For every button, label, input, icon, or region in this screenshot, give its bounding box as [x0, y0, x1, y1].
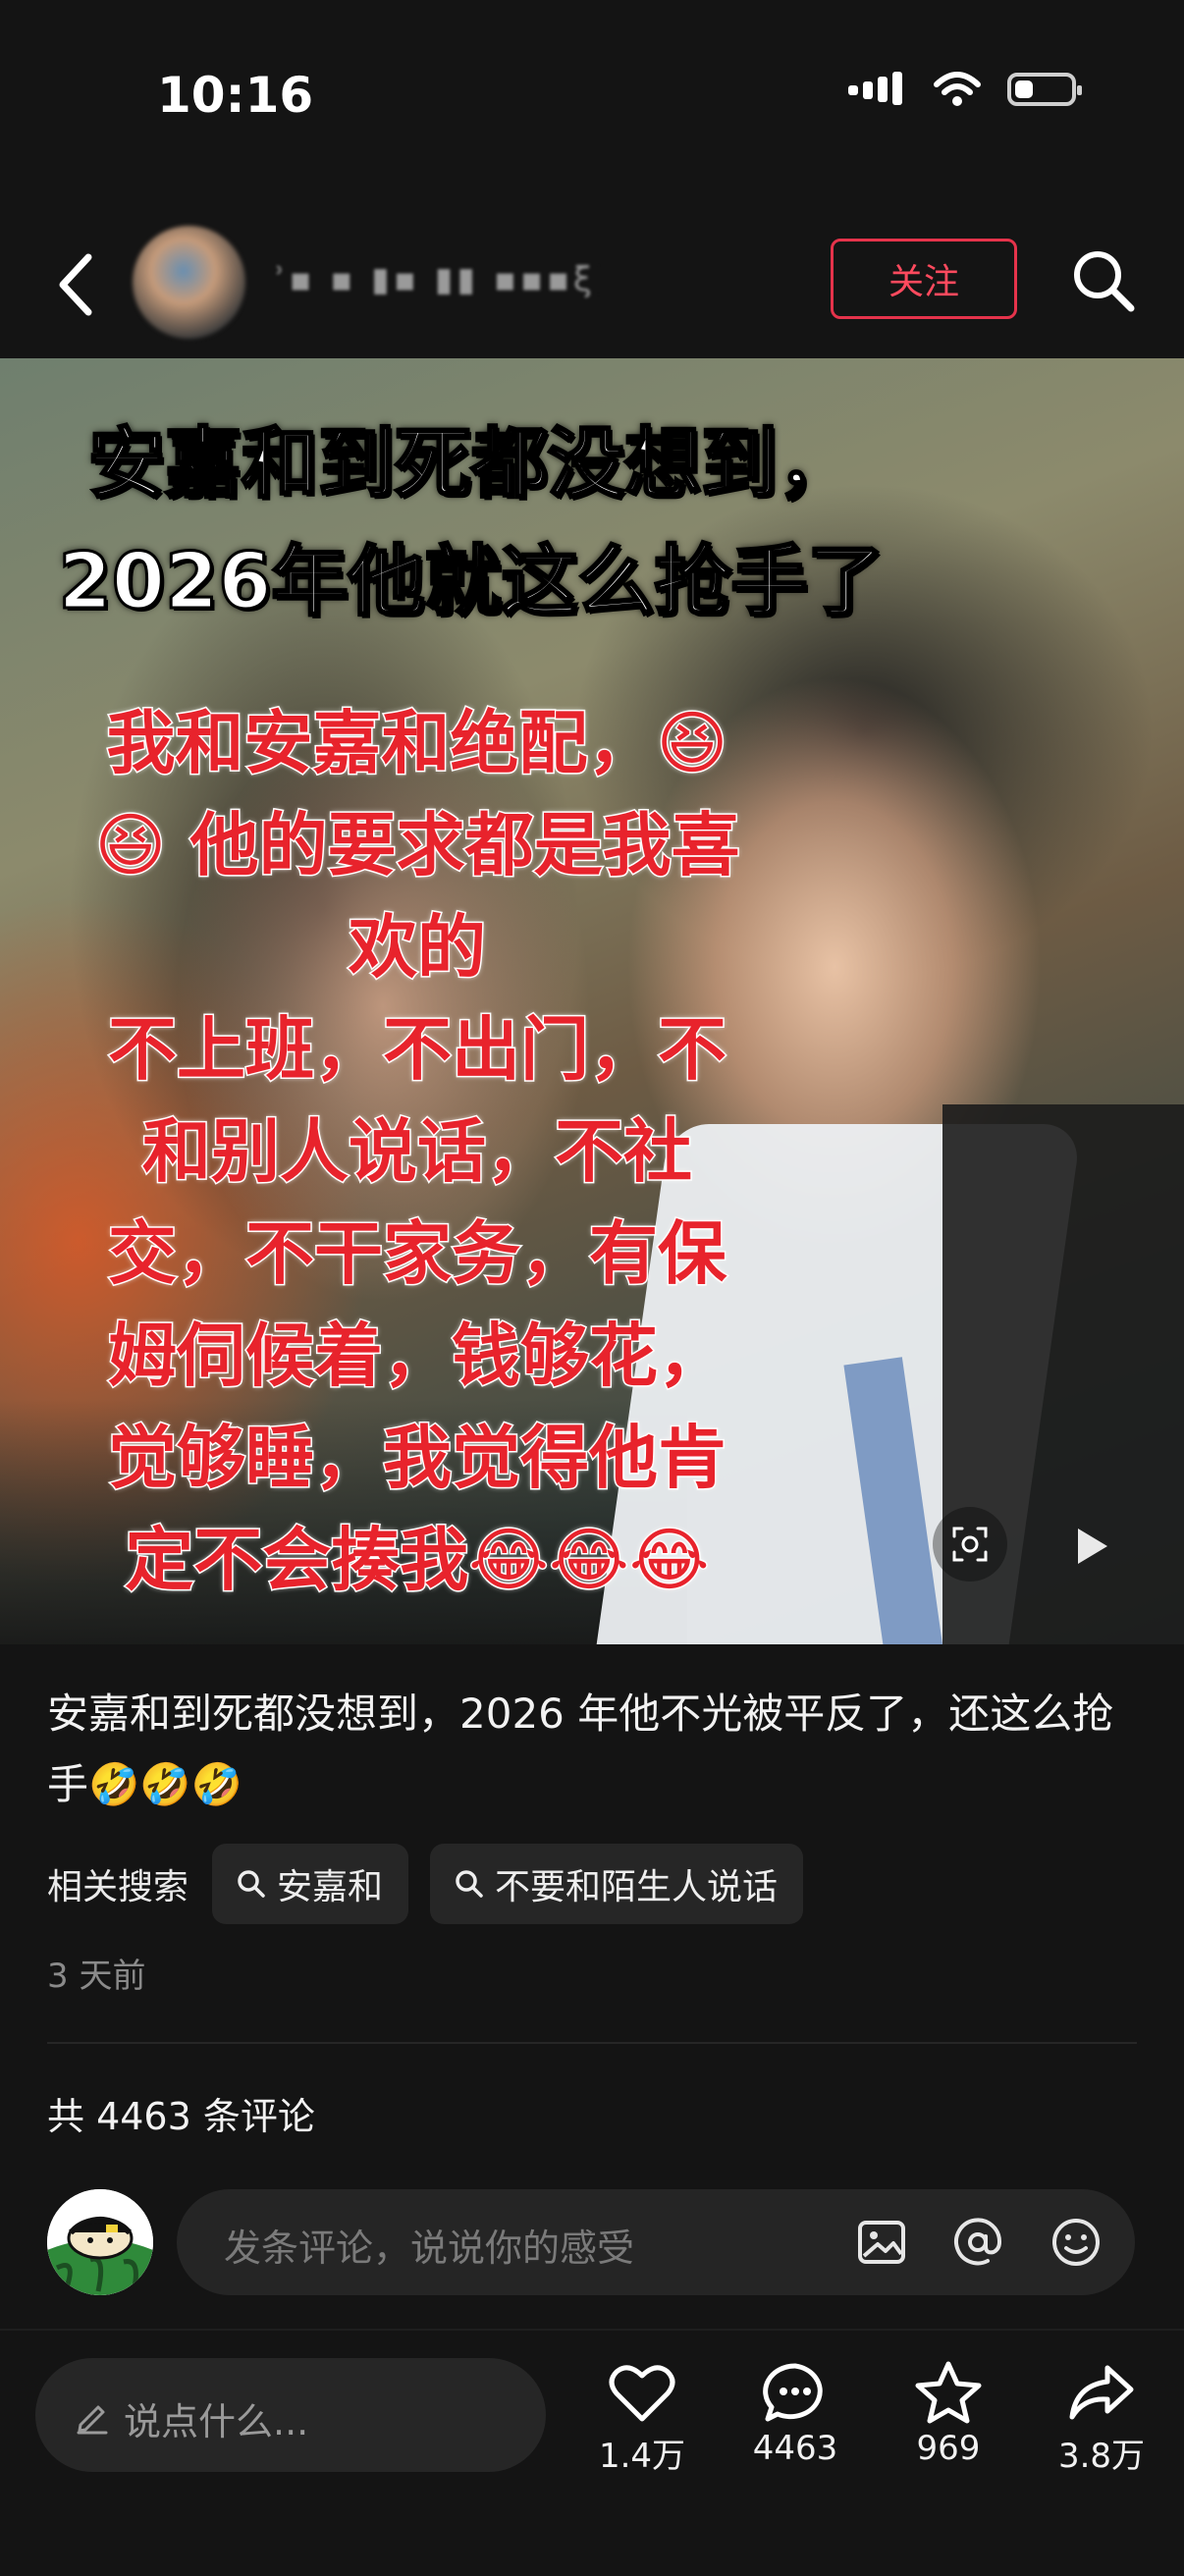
search-icon [238, 1870, 265, 1898]
image-icon[interactable] [854, 2215, 909, 2270]
related-searches-label: 相关搜索 [47, 1867, 189, 1907]
comment-input[interactable]: 发条评论，说说你的感受 [177, 2189, 1135, 2295]
mention-icon[interactable] [950, 2215, 1005, 2270]
back-arrow-icon[interactable] [49, 245, 108, 324]
status-icons [848, 71, 1082, 108]
author-username[interactable]: ʾ▪ ▪ ▮▪ ▮▮ ▪▪▪ξ) [275, 260, 599, 303]
favorite-button[interactable]: 969 [880, 2360, 1017, 2468]
divider [47, 2042, 1137, 2044]
star-icon [915, 2361, 982, 2424]
comment-input-placeholder: 发条评论，说说你的感受 [224, 2227, 635, 2270]
status-time: 10:16 [157, 67, 314, 124]
post-time: 3 天前 [47, 1957, 146, 1996]
post-image[interactable]: 安嘉和到死都没想到， 2026年他就这么抢手了 我和安嘉和绝配，😆 😆 他的要求… [0, 358, 1184, 1644]
top-nav: ʾ▪ ▪ ▮▪ ▮▮ ▪▪▪ξ) 关注 [0, 206, 1184, 353]
post-caption: 安嘉和到死都没想到，2026 年他不光被平反了，还这么抢手🤣🤣🤣 [47, 1690, 1114, 1808]
status-bar: 10:16 [0, 0, 1184, 196]
pencil-icon [77, 2405, 108, 2435]
image-headline-line2: 2026年他就这么抢手了 [57, 537, 886, 628]
heart-icon [609, 2365, 675, 2422]
related-search-text: 不要和陌生人说话 [495, 1867, 779, 1907]
say-something-placeholder: 说点什么... [124, 2400, 309, 2443]
comment-count: 共 4463 条评论 [47, 2095, 315, 2138]
comment-button[interactable]: 4463 [727, 2360, 864, 2468]
related-search-chip[interactable]: 不要和陌生人说话 [430, 1844, 804, 1924]
share-count: 3.8万 [1057, 2437, 1146, 2476]
image-overlay-text: 我和安嘉和绝配，😆 😆 他的要求都是我喜 欢的 不上班，不出门，不 和别人说话，… [93, 702, 741, 1602]
share-button[interactable]: 3.8万 [1033, 2360, 1170, 2477]
related-search-chip[interactable]: 安嘉和 [212, 1844, 409, 1924]
search-icon[interactable] [1068, 245, 1139, 316]
author-avatar[interactable] [133, 226, 245, 339]
like-button[interactable]: 1.4万 [573, 2360, 711, 2477]
favorite-count: 969 [916, 2429, 981, 2468]
like-count: 1.4万 [598, 2437, 686, 2476]
play-icon[interactable] [1078, 1529, 1107, 1564]
image-headline-line1: 安嘉和到死都没想到， [86, 419, 855, 510]
comment-bubble-icon [763, 2363, 823, 2422]
related-searches: 相关搜索 安嘉和 不要和陌生人说话 [47, 1844, 804, 1924]
watermelon-avatar-icon [47, 2189, 153, 2295]
battery-icon [1007, 73, 1082, 106]
follow-button[interactable]: 关注 [831, 239, 1017, 319]
image-scan-icon[interactable] [933, 1507, 1007, 1582]
say-something-input[interactable]: 说点什么... [35, 2358, 546, 2472]
bottom-action-bar: 说点什么... 1.4万 4463 969 3.8万 [0, 2329, 1184, 2576]
emoji-icon[interactable] [1049, 2215, 1103, 2270]
share-arrow-icon [1069, 2365, 1134, 2420]
my-avatar[interactable] [47, 2189, 153, 2295]
cellular-signal-icon [848, 72, 902, 105]
search-icon [456, 1870, 483, 1898]
wifi-icon [934, 72, 981, 106]
comment-count-label: 4463 [752, 2429, 838, 2468]
related-search-text: 安嘉和 [277, 1867, 384, 1907]
